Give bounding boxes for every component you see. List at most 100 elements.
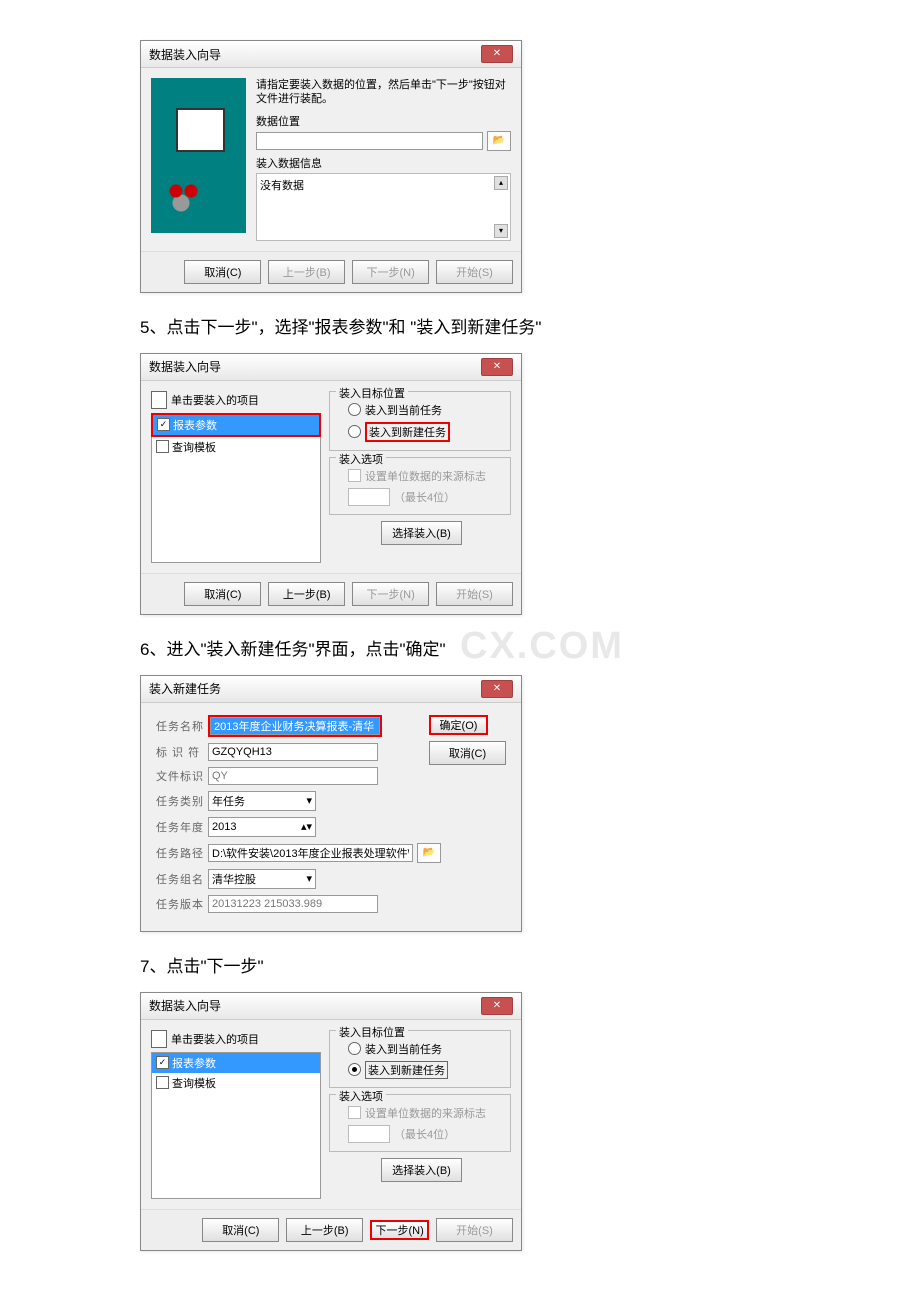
info-label: 装入数据信息	[256, 155, 511, 171]
task-year-input[interactable]: 2013▴▾	[208, 817, 316, 837]
checkbox-icon	[348, 1106, 361, 1119]
titlebar: 装入新建任务 ✕	[141, 676, 521, 703]
task-version-input	[208, 895, 378, 913]
list-item-template[interactable]: 查询模板	[152, 437, 320, 457]
close-icon[interactable]: ✕	[481, 997, 513, 1015]
radio-new-task[interactable]: 装入到新建任务	[336, 1059, 504, 1081]
options-group: 装入选项 设置单位数据的来源标志 （最长4位）	[329, 457, 511, 515]
source-flag-option: 设置单位数据的来源标志	[336, 466, 504, 486]
source-flag-input-row: （最长4位）	[336, 486, 504, 508]
step-5-text: 5、点击下一步"，选择"报表参数"和 "装入到新建任务"	[140, 313, 780, 338]
browse-icon[interactable]: 📂	[487, 131, 511, 151]
start-button[interactable]: 开始(S)	[436, 582, 513, 606]
start-button[interactable]: 开始(S)	[436, 260, 513, 284]
import-wizard-dialog-2: 数据装入向导 ✕ 单击要装入的项目 ✓ 报表参数	[140, 353, 522, 615]
group-title: 装入目标位置	[336, 1024, 408, 1040]
group-title: 装入选项	[336, 451, 386, 467]
label-path: 任务路径	[156, 845, 208, 861]
step-6-text: 6、进入"装入新建任务"界面，点击"确定"	[140, 635, 780, 660]
source-flag-option: 设置单位数据的来源标志	[336, 1103, 504, 1123]
target-group: 装入目标位置 装入到当前任务 装入到新建任务	[329, 1030, 511, 1088]
spinner-icon: ▴▾	[301, 820, 312, 833]
item-list: ✓ 报表参数 查询模板	[151, 1052, 321, 1199]
radio-icon[interactable]	[348, 1042, 361, 1055]
select-load-button[interactable]: 选择装入(B)	[381, 521, 462, 545]
radio-new-task[interactable]: 装入到新建任务	[336, 420, 504, 444]
ok-button[interactable]: 确定(O)	[429, 715, 488, 735]
dialog-title: 数据装入向导	[149, 997, 221, 1014]
checkbox-icon	[348, 469, 361, 482]
dialog-title: 数据装入向导	[149, 46, 221, 63]
list-item-params[interactable]: ✓ 报表参数	[153, 415, 319, 435]
titlebar: 数据装入向导 ✕	[141, 41, 521, 68]
task-name-input[interactable]	[210, 717, 380, 735]
info-box: 没有数据 ▴ ▾	[256, 173, 511, 241]
path-input[interactable]	[256, 132, 483, 150]
document-icon	[151, 1030, 167, 1048]
label-file: 文件标识	[156, 768, 208, 784]
next-button[interactable]: 下一步(N)	[352, 582, 429, 606]
file-id-input	[208, 767, 378, 785]
import-wizard-dialog-1: 数据装入向导 ✕ 请指定要装入数据的位置，然后单击"下一步"按钮对文件进行装配。…	[140, 40, 522, 293]
source-flag-input-row: （最长4位）	[336, 1123, 504, 1145]
cancel-button[interactable]: 取消(C)	[184, 260, 261, 284]
radio-icon[interactable]	[348, 1063, 361, 1076]
back-button[interactable]: 上一步(B)	[268, 582, 345, 606]
list-item-template[interactable]: 查询模板	[152, 1073, 320, 1093]
scroll-down-icon[interactable]: ▾	[494, 224, 508, 238]
checkbox-icon[interactable]: ✓	[156, 1056, 169, 1069]
next-button[interactable]: 下一步(N)	[352, 260, 429, 284]
target-group: 装入目标位置 装入到当前任务 装入到新建任务	[329, 391, 511, 451]
step-7-text: 7、点击"下一步"	[140, 952, 780, 977]
start-button[interactable]: 开始(S)	[436, 1218, 513, 1242]
next-button[interactable]: 下一步(N)	[370, 1220, 429, 1240]
dialog-title: 数据装入向导	[149, 358, 221, 375]
flag-input	[348, 488, 390, 506]
radio-current-task[interactable]: 装入到当前任务	[336, 400, 504, 420]
close-icon[interactable]: ✕	[481, 680, 513, 698]
checkbox-icon[interactable]: ✓	[157, 418, 170, 431]
item-list: ✓ 报表参数	[153, 415, 319, 435]
label-name: 任务名称	[156, 718, 208, 734]
info-content: 没有数据	[260, 180, 304, 192]
task-path-input[interactable]	[208, 844, 413, 862]
path-label: 数据位置	[256, 113, 511, 129]
scroll-up-icon[interactable]: ▴	[494, 176, 508, 190]
highlight-box: ✓ 报表参数	[151, 413, 321, 437]
cancel-button[interactable]: 取消(C)	[202, 1218, 279, 1242]
chevron-down-icon: ▾	[306, 794, 312, 807]
select-load-button[interactable]: 选择装入(B)	[381, 1158, 462, 1182]
radio-current-task[interactable]: 装入到当前任务	[336, 1039, 504, 1059]
identifier-input[interactable]	[208, 743, 378, 761]
back-button[interactable]: 上一步(B)	[268, 260, 345, 284]
cancel-button[interactable]: 取消(C)	[184, 582, 261, 606]
highlight-box: 装入到新建任务	[365, 422, 450, 442]
checkbox-icon[interactable]	[156, 440, 169, 453]
cancel-button[interactable]: 取消(C)	[429, 741, 506, 765]
close-icon[interactable]: ✕	[481, 358, 513, 376]
browse-icon[interactable]: 📂	[417, 843, 441, 863]
task-group-select[interactable]: 清华控股▾	[208, 869, 316, 889]
item-list-rest: 查询模板	[151, 437, 321, 563]
back-button[interactable]: 上一步(B)	[286, 1218, 363, 1242]
label-type: 任务类别	[156, 793, 208, 809]
instruction-text: 请指定要装入数据的位置，然后单击"下一步"按钮对文件进行装配。	[256, 78, 511, 107]
task-type-select[interactable]: 年任务▾	[208, 791, 316, 811]
group-title: 装入目标位置	[336, 385, 408, 401]
import-wizard-dialog-4: 数据装入向导 ✕ 单击要装入的项目 ✓ 报表参数 查询模板	[140, 992, 522, 1251]
checkbox-icon[interactable]	[156, 1076, 169, 1089]
items-header: 单击要装入的项目	[151, 1030, 321, 1048]
document-icon	[151, 391, 167, 409]
radio-icon[interactable]	[348, 425, 361, 438]
wizard-image	[151, 78, 246, 233]
list-item-params[interactable]: ✓ 报表参数	[152, 1053, 320, 1073]
label-year: 任务年度	[156, 819, 208, 835]
new-task-dialog: 装入新建任务 ✕ 确定(O) 取消(C) 任务名称 标 识 符 文件标识 任务类…	[140, 675, 522, 932]
titlebar: 数据装入向导 ✕	[141, 993, 521, 1020]
label-group: 任务组名	[156, 871, 208, 887]
radio-icon[interactable]	[348, 403, 361, 416]
close-icon[interactable]: ✕	[481, 45, 513, 63]
group-title: 装入选项	[336, 1088, 386, 1104]
flag-input	[348, 1125, 390, 1143]
options-group: 装入选项 设置单位数据的来源标志 （最长4位）	[329, 1094, 511, 1152]
